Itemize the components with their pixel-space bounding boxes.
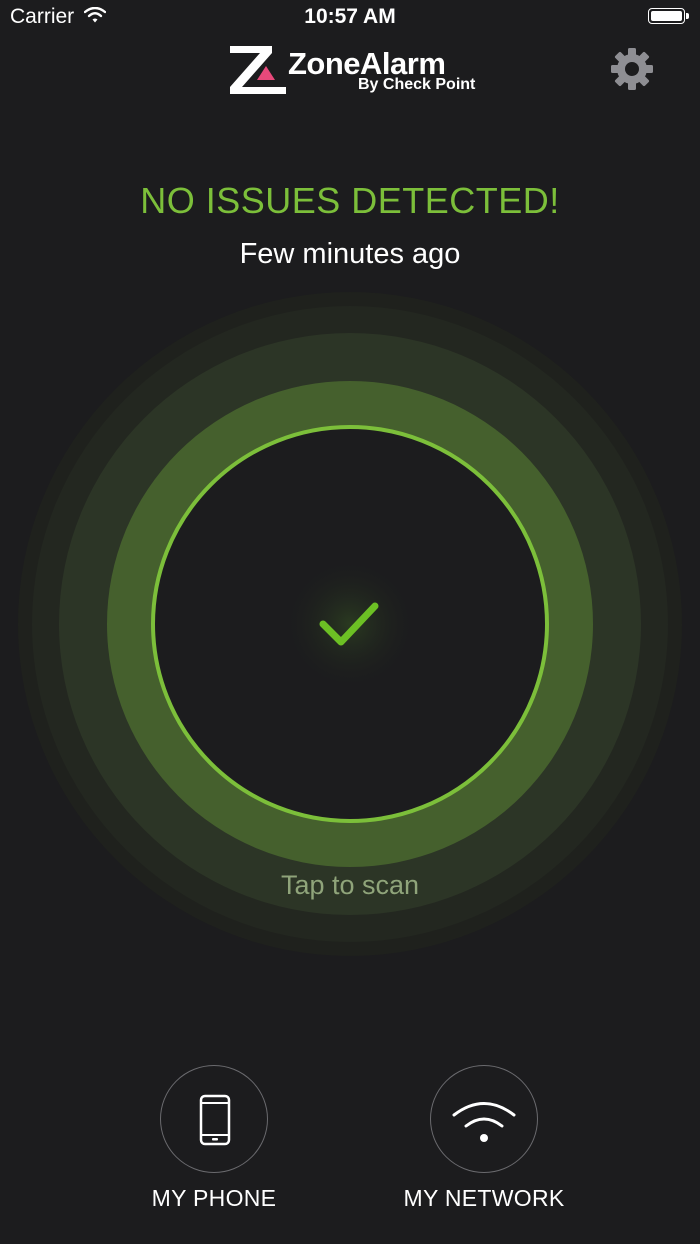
phone-icon — [199, 1094, 231, 1146]
gear-icon[interactable] — [610, 47, 654, 91]
tap-to-scan-label: Tap to scan — [280, 870, 420, 900]
network-button-circle — [430, 1065, 538, 1173]
my-network-label: MY NETWORK — [403, 1185, 565, 1211]
scan-button[interactable] — [0, 290, 700, 960]
my-phone-button[interactable]: MY PHONE — [105, 1065, 325, 1225]
my-phone-label: MY PHONE — [151, 1185, 277, 1211]
battery-icon — [648, 8, 690, 26]
phone-button-circle — [160, 1065, 268, 1173]
last-scan-time: Few minutes ago — [239, 238, 461, 270]
status-bar: Carrier 10:57 AM — [0, 0, 700, 36]
zonealarm-z-icon — [230, 46, 286, 94]
zonealarm-logo: ZoneAlarm By Check Point — [228, 44, 478, 98]
my-network-button[interactable]: MY NETWORK — [375, 1065, 595, 1225]
wifi-icon — [452, 1102, 516, 1142]
clock: 10:57 AM — [304, 5, 396, 28]
brand-subtitle: By Check Point — [358, 76, 476, 93]
checkmark-icon — [319, 602, 379, 646]
scan-status-title: NO ISSUES DETECTED! — [140, 180, 560, 221]
